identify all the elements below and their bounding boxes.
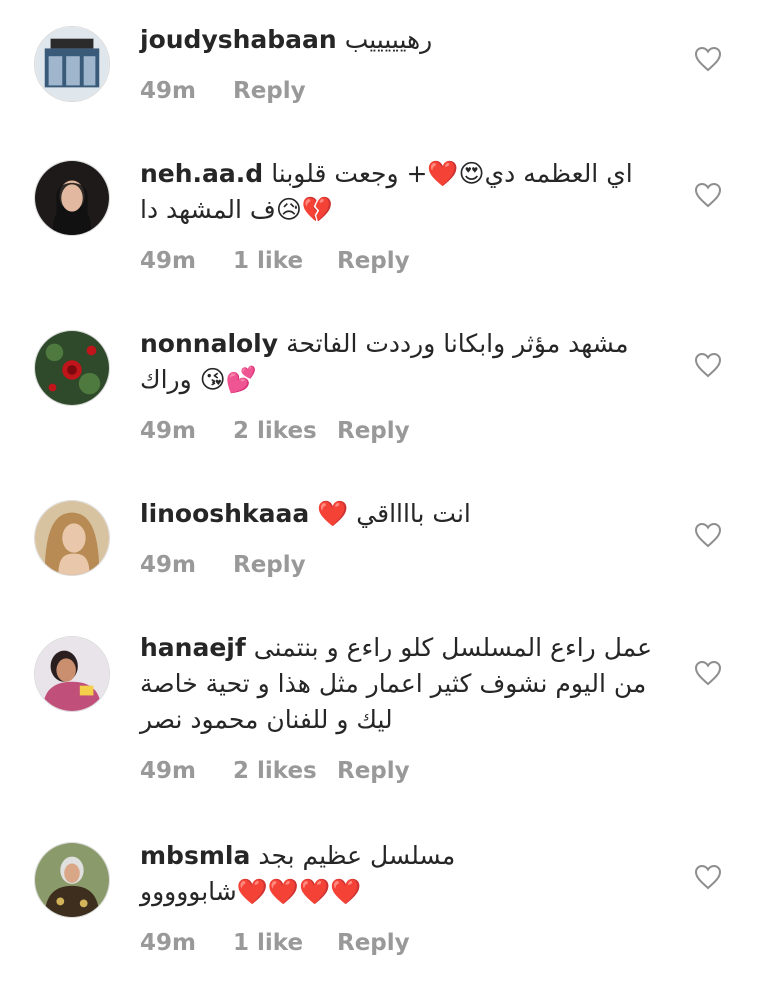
comment-text: hanaejf عمل راءع المسلسل كلو راءع و بنتمن… xyxy=(140,633,652,662)
comment-text-line: من اليوم نشوف كثير اعمار مثل هذا و تحية … xyxy=(140,669,647,698)
comment-username[interactable]: neh.aa.d xyxy=(140,159,263,188)
comment-text-line: 💕😘 وراك xyxy=(140,365,257,394)
comment-meta: 49m 1 like Reply xyxy=(140,926,660,960)
comment-text: joudyshabaan رهيييييب xyxy=(140,25,433,54)
comment-text: mbsmla مسلسل عظيم بجد xyxy=(140,841,456,870)
avatar[interactable] xyxy=(34,842,110,918)
reply-button[interactable]: Reply xyxy=(337,414,410,448)
comment-time: 49m xyxy=(140,758,196,784)
comment-time: 49m xyxy=(140,552,196,578)
comment-username[interactable]: hanaejf xyxy=(140,633,246,662)
reply-button[interactable]: Reply xyxy=(337,926,410,960)
comment-username[interactable]: nonnaloly xyxy=(140,329,278,358)
avatar[interactable] xyxy=(34,636,110,712)
comment-meta: 49m Reply xyxy=(140,548,660,582)
comment-body: nonnaloly مشهد مؤثر وابكانا ورددت الفاتحة… xyxy=(140,326,660,448)
comment-meta: 49m Reply xyxy=(140,74,660,108)
avatar[interactable] xyxy=(34,330,110,406)
comment-body: joudyshabaan رهيييييب 49m Reply xyxy=(140,22,660,108)
comment-username[interactable]: linooshkaaa xyxy=(140,499,309,528)
comment-text: neh.aa.d اي العظمه دي😍❤️+ وجعت قلوبنا xyxy=(140,159,633,188)
comment-likes[interactable]: 2 likes xyxy=(233,754,337,788)
avatar[interactable] xyxy=(34,500,110,576)
avatar[interactable] xyxy=(34,26,110,102)
comment-time: 49m xyxy=(140,248,196,274)
comment-body: hanaejf عمل راءع المسلسل كلو راءع و بنتمن… xyxy=(140,630,660,788)
comment-text-line: 💔😥ف المشهد دا xyxy=(140,195,334,224)
comment-likes[interactable]: 1 like xyxy=(233,244,337,278)
comment-likes[interactable]: 2 likes xyxy=(233,414,337,448)
comment-meta: 49m 1 like Reply xyxy=(140,244,660,278)
avatar[interactable] xyxy=(34,160,110,236)
comment-text-line: ❤️❤️❤️❤️شابووووو xyxy=(140,877,362,906)
heart-outline-icon[interactable] xyxy=(694,660,722,686)
comment-time: 49m xyxy=(140,418,196,444)
comment-text: linooshkaaa انت بااااقي ❤️ xyxy=(140,499,471,528)
heart-outline-icon[interactable] xyxy=(694,46,722,72)
reply-button[interactable]: Reply xyxy=(233,74,306,108)
comment-time: 49m xyxy=(140,930,196,956)
reply-button[interactable]: Reply xyxy=(337,754,410,788)
reply-button[interactable]: Reply xyxy=(233,548,306,582)
comment-body: mbsmla مسلسل عظيم بجد ❤️❤️❤️❤️شابووووو 49… xyxy=(140,838,660,960)
comment-meta: 49m 2 likes Reply xyxy=(140,414,660,448)
comment-body: linooshkaaa انت بااااقي ❤️ 49m Reply xyxy=(140,496,660,582)
heart-outline-icon[interactable] xyxy=(694,864,722,890)
reply-button[interactable]: Reply xyxy=(337,244,410,278)
comment-meta: 49m 2 likes Reply xyxy=(140,754,660,788)
comment-text-line: ليك و للفنان محمود نصر xyxy=(140,705,393,734)
heart-outline-icon[interactable] xyxy=(694,522,722,548)
comment-username[interactable]: mbsmla xyxy=(140,841,250,870)
heart-outline-icon[interactable] xyxy=(694,352,722,378)
heart-outline-icon[interactable] xyxy=(694,182,722,208)
comment-text: nonnaloly مشهد مؤثر وابكانا ورددت الفاتحة xyxy=(140,329,629,358)
comment-time: 49m xyxy=(140,78,196,104)
comment-body: neh.aa.d اي العظمه دي😍❤️+ وجعت قلوبنا 💔😥ف… xyxy=(140,156,660,278)
comment-likes[interactable]: 1 like xyxy=(233,926,337,960)
comment-username[interactable]: joudyshabaan xyxy=(140,25,337,54)
